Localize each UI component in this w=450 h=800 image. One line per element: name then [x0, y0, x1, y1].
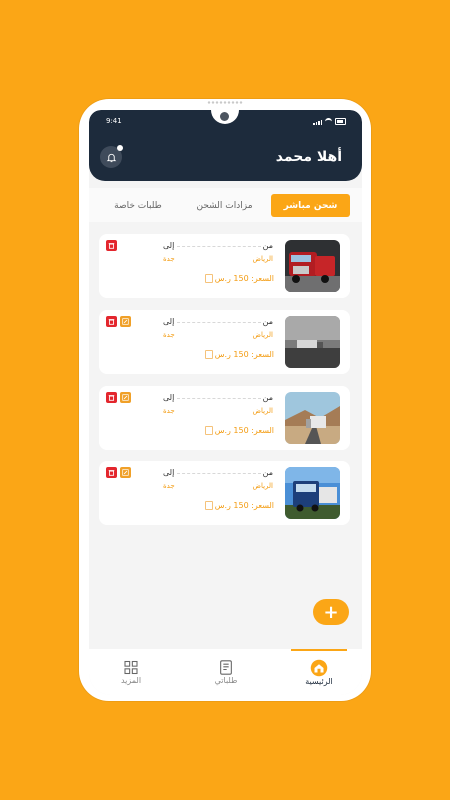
receipt-icon	[204, 274, 213, 283]
truck-thumbnail	[285, 316, 340, 368]
truck-thumbnail	[285, 467, 340, 519]
route-line	[177, 398, 261, 399]
edit-button[interactable]	[120, 392, 131, 403]
active-tab-indicator	[291, 649, 347, 651]
order-card[interactable]: من إلى الرياض جدة السعر: 150 ر.س	[99, 310, 350, 374]
battery-icon	[335, 118, 346, 125]
from-label: من	[262, 393, 273, 402]
status-time: 9:41	[106, 117, 122, 125]
app-header: 9:41 أهلا محمد	[89, 110, 362, 181]
bottom-nav: الرئيسية طلباتي المزيد	[89, 649, 362, 695]
to-city: جدة	[163, 331, 175, 339]
receipt-icon	[204, 350, 213, 359]
camera-notch	[211, 110, 239, 124]
nav-more-label: المزيد	[120, 676, 142, 685]
notifications-button[interactable]	[100, 145, 123, 168]
phone-speaker	[207, 101, 243, 104]
price-text: السعر: 150 ر.س	[214, 274, 274, 283]
truck-thumbnail	[285, 240, 340, 292]
nav-orders[interactable]: طلباتي	[196, 659, 256, 685]
bell-icon	[106, 153, 116, 162]
truck-thumbnail	[285, 392, 340, 444]
from-label: من	[262, 468, 273, 477]
to-label: إلى	[163, 241, 175, 250]
delete-button[interactable]	[106, 467, 117, 478]
home-icon	[310, 659, 328, 677]
receipt-icon	[204, 501, 213, 510]
to-city: جدة	[163, 407, 175, 415]
trash-icon	[108, 243, 115, 249]
nav-more[interactable]: المزيد	[101, 659, 161, 685]
from-city: الرياض	[252, 255, 273, 263]
tabs-bar: شحن مباشر مزادات الشحن طلبات خاصة	[89, 188, 362, 222]
route-line	[177, 246, 261, 247]
tab-direct-shipping[interactable]: شحن مباشر	[271, 194, 350, 217]
from-city: الرياض	[252, 482, 273, 490]
price-text: السعر: 150 ر.س	[214, 350, 274, 359]
order-card[interactable]: من إلى الرياض جدة السعر: 150 ر.س	[99, 461, 350, 525]
edit-icon	[122, 394, 129, 401]
app-screen: 9:41 أهلا محمد شحن مباشر مزادات الشحن طل…	[89, 110, 362, 695]
edit-button[interactable]	[120, 467, 131, 478]
trash-icon	[108, 319, 115, 325]
edit-icon	[122, 318, 129, 325]
from-city: الرياض	[252, 331, 273, 339]
to-label: إلى	[163, 317, 175, 326]
tab-special-requests[interactable]: طلبات خاصة	[99, 194, 177, 217]
signal-icon	[313, 120, 322, 125]
from-label: من	[262, 241, 273, 250]
wifi-icon	[325, 118, 332, 125]
orders-icon	[220, 660, 232, 675]
price-text: السعر: 150 ر.س	[214, 426, 274, 435]
tab-shipping-auctions[interactable]: مزادات الشحن	[182, 194, 267, 217]
trash-icon	[108, 395, 115, 401]
order-card[interactable]: من إلى الرياض جدة السعر: 150 ر.س	[99, 386, 350, 450]
to-label: إلى	[163, 393, 175, 402]
to-label: إلى	[163, 468, 175, 477]
route-line	[177, 322, 261, 323]
price: السعر: 150 ر.س	[204, 501, 274, 510]
to-city: جدة	[163, 482, 175, 490]
edit-button[interactable]	[120, 316, 131, 327]
receipt-icon	[204, 426, 213, 435]
to-city: جدة	[163, 255, 175, 263]
price-text: السعر: 150 ر.س	[214, 501, 274, 510]
greeting-title: أهلا محمد	[275, 149, 342, 165]
delete-button[interactable]	[106, 240, 117, 251]
notification-dot	[117, 145, 123, 151]
trash-icon	[108, 470, 115, 476]
price: السعر: 150 ر.س	[204, 350, 274, 359]
nav-orders-label: طلباتي	[214, 676, 238, 685]
add-order-button[interactable]: +	[313, 599, 349, 625]
plus-icon: +	[323, 601, 339, 623]
from-city: الرياض	[252, 407, 273, 415]
from-label: من	[262, 317, 273, 326]
price: السعر: 150 ر.س	[204, 426, 274, 435]
delete-button[interactable]	[106, 316, 117, 327]
order-card[interactable]: من إلى الرياض جدة السعر: 150 ر.س	[99, 234, 350, 298]
route-line	[177, 473, 261, 474]
nav-home-label: الرئيسية	[305, 677, 333, 686]
price: السعر: 150 ر.س	[204, 274, 274, 283]
delete-button[interactable]	[106, 392, 117, 403]
edit-icon	[122, 469, 129, 476]
status-icons	[313, 118, 346, 125]
grid-icon	[124, 660, 138, 675]
nav-home[interactable]: الرئيسية	[289, 659, 349, 686]
